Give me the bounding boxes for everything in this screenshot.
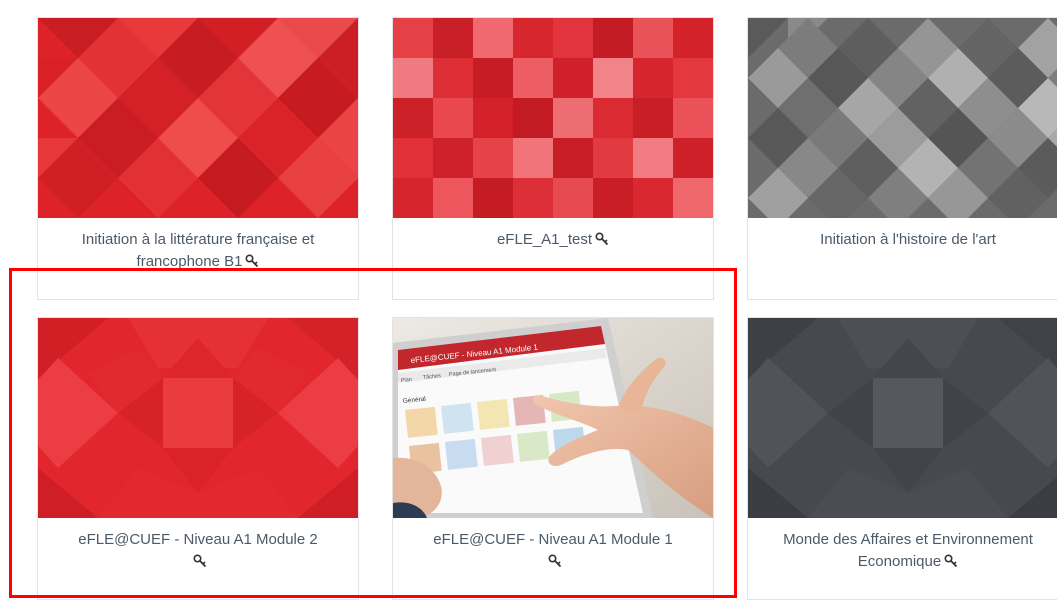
course-title-text[interactable]: eFLE@CUEF - Niveau A1 Module 1 [433,531,673,548]
dark-gray-geometric-pattern [748,318,1057,518]
course-title[interactable]: Initiation à la littérature française et… [44,229,352,273]
course-thumbnail[interactable] [38,318,358,518]
red-geometric-pattern [38,318,358,518]
course-title-text[interactable]: eFLE_A1_test [497,231,592,248]
course-thumbnail[interactable]: eFLE@CUEF - Niveau A1 Module 1 Plan Tâch… [393,318,713,518]
course-thumbnail[interactable] [748,318,1057,518]
course-title-text[interactable]: Monde des Affaires et Environnement Econ… [783,531,1033,570]
gray-diamond-pattern [748,18,1057,218]
course-title-text[interactable]: Initiation à l'histoire de l'art [820,231,996,248]
key-icon [944,554,958,568]
course-title-text[interactable]: Initiation à la littérature française et… [82,231,315,270]
course-title[interactable]: Initiation à l'histoire de l'art [754,229,1057,251]
key-icon [595,232,609,246]
course-card-monde-affaires[interactable]: Monde des Affaires et Environnement Econ… [747,317,1057,600]
tablet-photo: eFLE@CUEF - Niveau A1 Module 1 Plan Tâch… [393,318,713,518]
course-title[interactable]: eFLE@CUEF - Niveau A1 Module 2 [44,529,352,573]
key-icon [192,554,207,568]
course-card-efle-a1-module-2[interactable]: eFLE@CUEF - Niveau A1 Module 2 [37,317,359,600]
red-diamond-pattern [38,18,358,218]
key-icon [547,554,562,568]
course-thumbnail[interactable] [38,18,358,218]
course-card-histoire-art[interactable]: Initiation à l'histoire de l'art [747,17,1057,300]
course-title-text[interactable]: eFLE@CUEF - Niveau A1 Module 2 [78,531,318,548]
course-card-efle-a1-test[interactable]: eFLE_A1_test [392,17,714,300]
course-card-efle-a1-module-1[interactable]: eFLE@CUEF - Niveau A1 Module 1 Plan Tâch… [392,317,714,600]
course-thumbnail[interactable] [393,18,713,218]
key-icon [245,254,259,268]
course-title[interactable]: eFLE@CUEF - Niveau A1 Module 1 [399,529,707,573]
course-thumbnail[interactable] [748,18,1057,218]
red-mosaic-pattern [393,18,713,218]
tablet-nav-plan: Plan [401,377,413,384]
course-title[interactable]: Monde des Affaires et Environnement Econ… [754,529,1057,573]
course-card-litterature[interactable]: Initiation à la littérature française et… [37,17,359,300]
course-title[interactable]: eFLE_A1_test [399,229,707,251]
